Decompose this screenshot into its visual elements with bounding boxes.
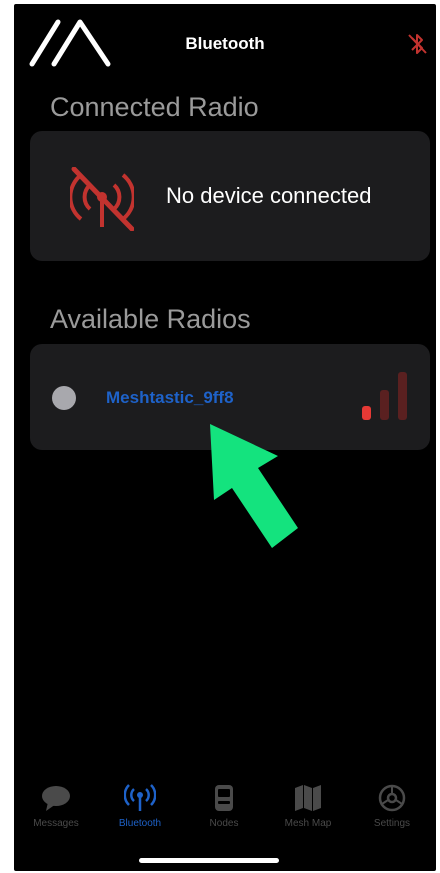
tab-mesh-map[interactable]: Mesh Map: [266, 784, 350, 829]
antenna-icon: [124, 784, 156, 811]
connected-radio-heading: Connected Radio: [50, 92, 259, 122]
signal-strength-icon: [362, 372, 407, 420]
tab-label: Settings: [373, 818, 411, 829]
antenna-slash-icon: [70, 167, 134, 231]
radio-device-name[interactable]: Meshtastic_9ff8: [106, 388, 234, 408]
navigation-header: Bluetooth: [14, 4, 436, 84]
device-icon: [215, 785, 233, 811]
tab-settings[interactable]: Settings: [350, 784, 434, 829]
home-indicator[interactable]: [139, 858, 279, 863]
tab-label: Nodes: [209, 818, 239, 829]
tab-bar: Messages Bluetooth Nodes Mesh Map Settin…: [14, 784, 436, 844]
tab-label: Mesh Map: [284, 818, 332, 829]
app-screen: Bluetooth Connected Radio No device conn…: [14, 4, 436, 871]
message-bubble-icon: [42, 786, 70, 811]
page-title: Bluetooth: [185, 34, 265, 53]
connected-radio-card: No device connected: [30, 131, 430, 261]
pointer-arrow-icon: [210, 424, 298, 548]
bluetooth-disconnected-icon[interactable]: [406, 32, 428, 56]
tab-label: Messages: [33, 818, 79, 829]
radio-status-dot: [52, 386, 76, 410]
no-device-status: No device connected: [166, 183, 372, 208]
available-radios-heading: Available Radios: [50, 304, 251, 334]
gear-icon: [378, 784, 406, 812]
tab-bluetooth[interactable]: Bluetooth: [98, 784, 182, 829]
tab-label: Bluetooth: [118, 818, 162, 829]
tab-nodes[interactable]: Nodes: [182, 784, 266, 829]
tab-messages[interactable]: Messages: [14, 784, 98, 829]
map-icon: [295, 785, 321, 811]
